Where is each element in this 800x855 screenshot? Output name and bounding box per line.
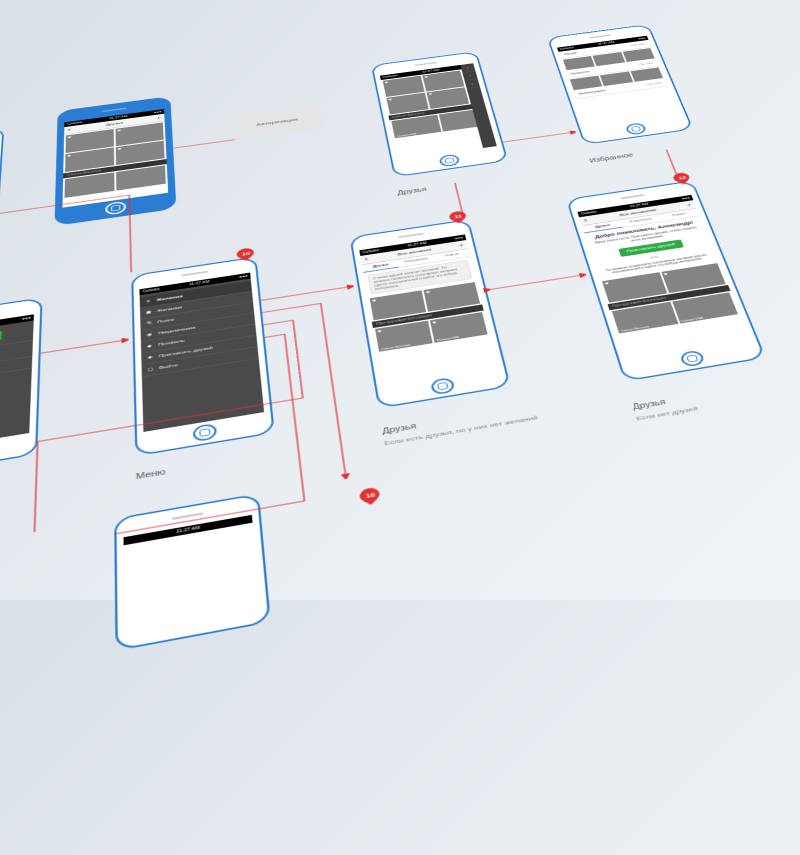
add-icon[interactable]: +: [458, 242, 464, 248]
caption-friends-top: Друзья: [397, 187, 427, 197]
wireframe-canvas: Cubetto11:27 AM●●● ≡Все желания+ ♥♥♥♥ Пр…: [0, 19, 800, 855]
phone-favorites: Cubetto11:27 AM●●● МодаСм. все КрасотаСм…: [547, 24, 694, 145]
phone-bottom-center: 11:27 AM: [114, 493, 271, 651]
phone-feed-friends: Cubetto11:27 AM●●● ≡Все желания+ ДрузьяИ…: [349, 219, 511, 409]
phone-friends-blue: Cubetto11:27 AM●●● ≡Друзья+ ♥♥♥♥ Список …: [54, 96, 176, 226]
auth-block: Авторизация: [233, 104, 322, 139]
caption-menu: Меню: [136, 468, 166, 481]
caption-favorites: Избранное: [589, 152, 634, 164]
pin-16: 16: [356, 485, 384, 504]
phone-welcome: Cubetto11:27 AM●●● ≡Все желания⊞+ Друзья…: [566, 180, 766, 381]
phone-guest-menu: Cubetto11:27 AM●●● Регистрация Войти ◼Же…: [0, 297, 43, 478]
menu-item[interactable]: ◼Желания: [0, 356, 32, 387]
phone-menu: Cubetto11:27 AM●●● ✕Желания ◼Желания 🔍По…: [131, 257, 275, 457]
menu-icon[interactable]: ≡: [365, 257, 369, 261]
caption-friends-12: Друзья: [632, 398, 667, 411]
phone-guest-new: Cubetto11:27 AM●●● ≡Все желания+ ♥♥♥♥ Пр…: [0, 128, 4, 270]
caption-friends-11: Друзья: [382, 423, 417, 436]
phone-catalog: Cubetto11:27 AM●●● ♥♥♥♥ Список Василия Т…: [371, 51, 508, 177]
